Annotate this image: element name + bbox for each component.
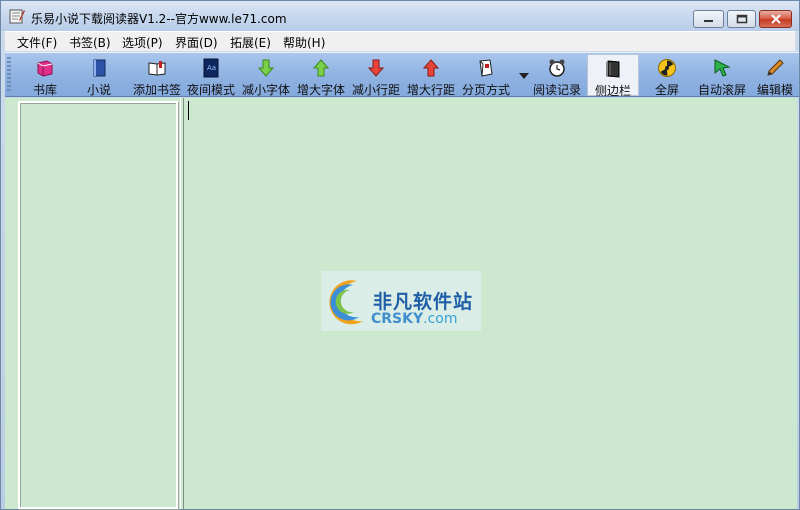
maximize-icon (736, 14, 747, 24)
arrow-down-red-icon (367, 59, 385, 77)
night-mode-icon: Aa (203, 58, 219, 78)
radiation-icon (658, 59, 676, 77)
sidebar-book-icon (606, 60, 620, 78)
cursor-arrow-icon (714, 59, 731, 77)
toolbar-label: 分页方式 (461, 83, 510, 97)
close-icon (770, 14, 781, 24)
menu-extend[interactable]: 拓展(E) (228, 34, 273, 51)
toolbar-button-sidebar[interactable]: 侧边栏 (587, 54, 639, 96)
toolbar-label: 减小行距 (351, 83, 400, 97)
minimize-icon (703, 20, 713, 22)
arrow-up-red-icon (422, 59, 440, 77)
menu-help[interactable]: 帮助(H) (281, 34, 327, 51)
toolbar-button-night-mode[interactable]: Aa 夜间模式 (185, 54, 237, 96)
toolbar-button-line-spacing-larger[interactable]: 增大行距 (405, 54, 457, 96)
watermark-en-text: CRSKY.com (371, 311, 457, 327)
toolbar-label: 夜间模式 (186, 83, 235, 97)
toolbar-label: 编辑模 (756, 83, 793, 97)
toolbar-button-library[interactable]: 书库 (23, 54, 67, 96)
pencil-icon (767, 59, 784, 76)
toolbar-label: 减小字体 (241, 83, 290, 97)
title-bar[interactable]: 乐易小说下载阅读器V1.2--官方www.le71.com (1, 1, 799, 31)
page-mode-dropdown-arrow[interactable] (519, 73, 529, 79)
close-button[interactable] (759, 10, 792, 28)
toolbar-label: 自动滚屏 (697, 83, 746, 97)
alarm-clock-icon (549, 59, 565, 77)
text-caret (188, 101, 189, 120)
toolbar-button-edit-mode[interactable]: 编辑模 (751, 54, 799, 96)
toolbar-button-page-mode[interactable]: 分页方式 (460, 54, 512, 96)
toolbar-label: 添加书签 (132, 83, 181, 97)
sidebar-panel[interactable] (18, 101, 178, 509)
toolbar-button-fullscreen[interactable]: 全屏 (645, 54, 689, 96)
watermark-en-suffix: .com (423, 311, 458, 327)
sidebar-splitter[interactable] (180, 98, 184, 509)
toolbar-button-reading-history[interactable]: 阅读记录 (531, 54, 583, 96)
maximize-button[interactable] (727, 10, 756, 28)
page-mode-icon (479, 59, 493, 77)
toolbar-label: 增大字体 (296, 83, 345, 97)
toolbar-grip[interactable] (7, 57, 11, 93)
left-margin (5, 98, 17, 509)
menu-bookmark[interactable]: 书签(B) (67, 34, 113, 51)
watermark: 非凡软件站 CRSKY.com (321, 271, 481, 331)
toolbar-button-novel[interactable]: 小说 (77, 54, 121, 96)
toolbar-button-add-bookmark[interactable]: 添加书签 (131, 54, 183, 96)
app-icon (9, 9, 25, 24)
menu-interface[interactable]: 界面(D) (173, 34, 220, 51)
novel-icon (93, 59, 106, 77)
watermark-cn-text: 非凡软件站 (373, 291, 474, 313)
reading-area[interactable] (185, 98, 797, 509)
app-window: 乐易小说下载阅读器V1.2--官方www.le71.com 文件(F) 书签(B… (0, 0, 800, 510)
toolbar-label: 侧边栏 (594, 84, 631, 97)
watermark-en-main: CRSKY (371, 311, 424, 327)
svg-text:Aa: Aa (207, 64, 216, 72)
toolbar-label: 增大行距 (406, 83, 455, 97)
crsky-logo-icon (329, 280, 363, 325)
menu-file[interactable]: 文件(F) (15, 34, 59, 51)
toolbar-button-line-spacing-smaller[interactable]: 减小行距 (350, 54, 402, 96)
toolbar: 书库 小说 添加书签 Aa 夜间模式 减小字体 增大字体 减小行距 增大行距 分… (5, 52, 799, 97)
toolbar-label: 阅读记录 (532, 83, 581, 97)
toolbar-label: 小说 (86, 83, 111, 97)
toolbar-label: 书库 (32, 83, 57, 97)
toolbar-button-auto-scroll[interactable]: 自动滚屏 (695, 54, 749, 96)
toolbar-button-font-larger[interactable]: 增大字体 (295, 54, 347, 96)
menu-bar: 文件(F) 书签(B) 选项(P) 界面(D) 拓展(E) 帮助(H) (5, 31, 795, 51)
add-bookmark-icon (148, 61, 166, 76)
bookshelf-icon (37, 60, 53, 77)
minimize-button[interactable] (693, 10, 724, 28)
arrow-down-green-icon (257, 59, 275, 77)
window-title: 乐易小说下载阅读器V1.2--官方www.le71.com (31, 12, 287, 26)
toolbar-label: 全屏 (654, 83, 679, 97)
arrow-up-green-icon (312, 59, 330, 77)
toolbar-button-font-smaller[interactable]: 减小字体 (240, 54, 292, 96)
menu-options[interactable]: 选项(P) (120, 34, 165, 51)
